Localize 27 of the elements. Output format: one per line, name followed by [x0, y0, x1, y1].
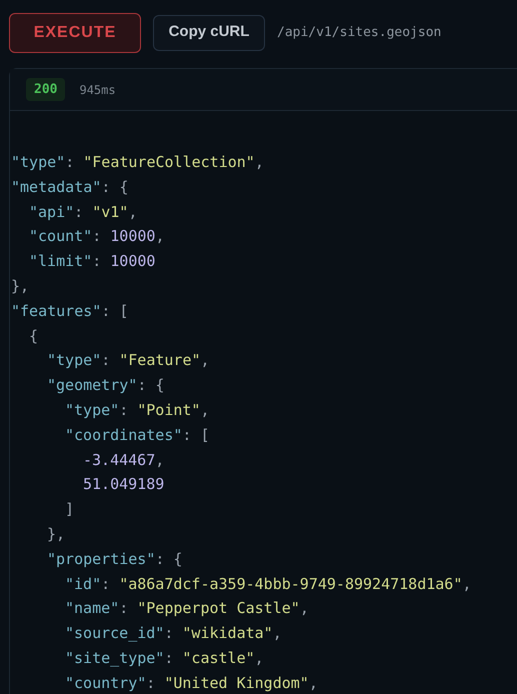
code-line: "metadata": {	[11, 176, 128, 198]
status-badge: 200	[26, 78, 66, 102]
code-line: "id": "a86a7dcf-a359-4bbb-9749-89924718d1a6",	[65, 574, 472, 595]
code-line: },	[47, 524, 66, 545]
code-line: "features": [	[11, 300, 128, 322]
code-line: "source_id": "wikidata",	[65, 623, 282, 644]
code-line: },	[11, 276, 30, 297]
code-line: 51.049189	[83, 474, 164, 496]
endpoint-path: /api/v1/sites.geojson	[277, 24, 442, 42]
code-line: "type": "Feature",	[47, 350, 210, 372]
code-line: "name": "Pepperpot Castle",	[65, 598, 309, 620]
response-time: 945ms	[79, 82, 116, 98]
code-line: {	[29, 326, 38, 347]
code-line: "count": 10000,	[29, 226, 164, 248]
code-line: "country": "United Kingdom",	[65, 672, 318, 694]
copy-curl-button[interactable]: Copy cURL	[153, 14, 265, 50]
code-line: "api": "v1",	[29, 202, 138, 223]
code-line: "type": "FeatureCollection",	[11, 152, 264, 173]
code-line: "geometry": {	[47, 375, 164, 396]
code-line: ]	[65, 499, 74, 520]
execute-button[interactable]: EXECUTE	[9, 12, 141, 52]
code-line: "limit": 10000	[29, 251, 156, 272]
code-line: "properties": {	[47, 548, 182, 570]
code-line: -3.44467,	[83, 450, 164, 471]
code-line: "site_type": "castle",	[65, 648, 264, 669]
code-line: "type": "Point",	[65, 400, 210, 421]
code-line: "coordinates": [	[65, 424, 210, 446]
